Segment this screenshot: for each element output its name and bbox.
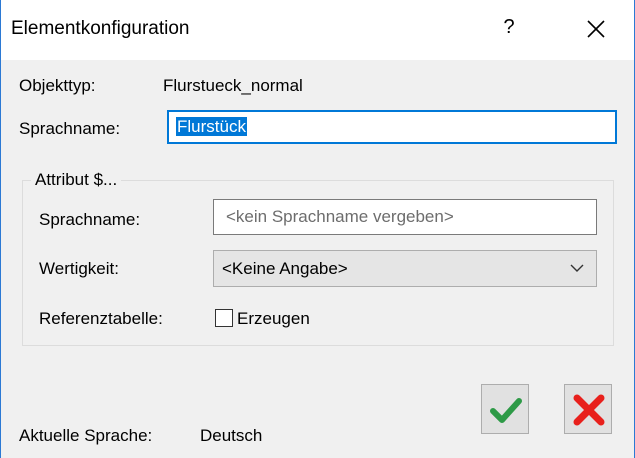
attribute-language-name-placeholder: <kein Sprachname vergeben> bbox=[226, 207, 454, 226]
close-button[interactable] bbox=[583, 16, 609, 42]
create-checkbox-label[interactable]: Erzeugen bbox=[237, 309, 310, 329]
ok-button[interactable] bbox=[481, 384, 529, 434]
x-cross-icon bbox=[573, 394, 605, 426]
help-button[interactable]: ? bbox=[497, 16, 521, 39]
create-checkbox[interactable] bbox=[215, 309, 233, 327]
close-icon bbox=[587, 20, 605, 38]
attribute-language-name-label: Sprachname: bbox=[39, 210, 141, 229]
cancel-button[interactable] bbox=[564, 384, 612, 434]
reference-table-label: Referenztabelle: bbox=[39, 309, 163, 328]
chevron-down-icon bbox=[570, 264, 584, 272]
object-type-label: Objekttyp: bbox=[19, 76, 96, 95]
checkmark-icon bbox=[490, 398, 522, 423]
dialog-window: Elementkonfiguration ? Objekttyp: Flurst… bbox=[0, 0, 635, 458]
attribute-language-name-input[interactable]: <kein Sprachname vergeben> bbox=[213, 199, 597, 235]
attribute-group-title: Attribut $... bbox=[31, 170, 122, 190]
current-language-value: Deutsch bbox=[200, 426, 263, 445]
object-type-value: Flurstueck_normal bbox=[163, 76, 303, 95]
weight-dropdown[interactable]: <Keine Angabe> bbox=[213, 250, 597, 287]
current-language-label: Aktuelle Sprache: bbox=[19, 426, 153, 445]
title-bar: Elementkonfiguration ? bbox=[1, 0, 634, 60]
weight-label: Wertigkeit: bbox=[39, 259, 119, 278]
window-title: Elementkonfiguration bbox=[11, 18, 190, 39]
language-name-value: Flurstück bbox=[176, 117, 247, 136]
language-name-label: Sprachname: bbox=[19, 119, 121, 138]
language-name-input[interactable]: Flurstück bbox=[167, 110, 617, 144]
weight-selected-value: <Keine Angabe> bbox=[222, 259, 348, 278]
